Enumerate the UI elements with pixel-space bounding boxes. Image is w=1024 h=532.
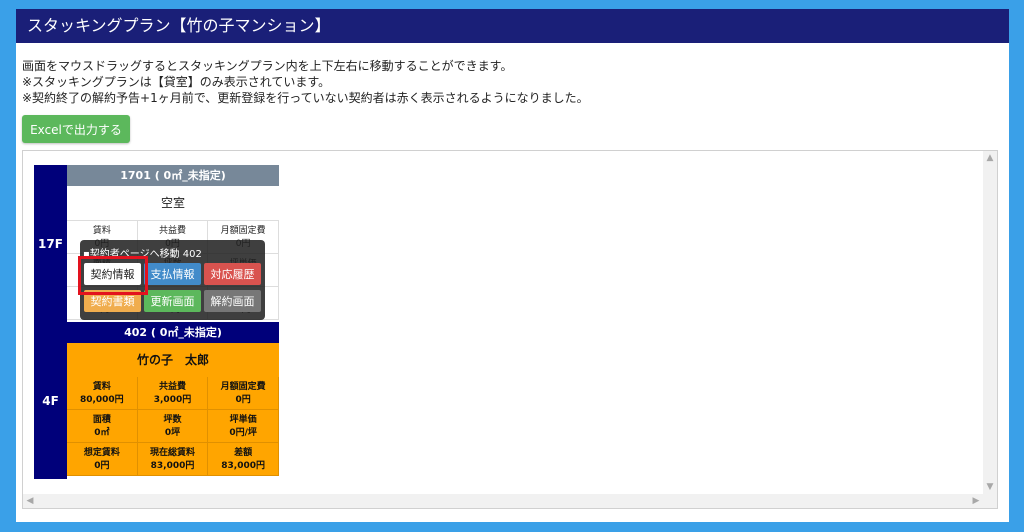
page-title: スタッキングプラン【竹の子マンション】 xyxy=(16,9,1009,43)
description-line: 画面をマウスドラッグするとスタッキングプラン内を上下左右に移動することができます… xyxy=(22,59,513,73)
field-label: 坪単価 xyxy=(229,415,257,425)
room-field: 差額 83,000円 xyxy=(208,443,279,476)
field-label: 賃料 xyxy=(92,226,111,236)
popup-title: ▪契約者ページへ移動 402 xyxy=(83,249,202,260)
field-label: 坪数 xyxy=(163,415,182,425)
description-line: ※スタッキングプランは【貸室】のみ表示されています。 xyxy=(22,75,331,89)
field-value: 0円 xyxy=(94,461,110,471)
room-field: 共益費 3,000円 xyxy=(137,377,209,410)
field-value: 0円 xyxy=(235,395,251,405)
scroll-down-icon[interactable]: ▼ xyxy=(983,480,997,494)
room-field: 坪数 0坪 xyxy=(137,410,209,443)
room-field: 面積 0㎡ xyxy=(67,410,138,443)
field-value: 83,000円 xyxy=(150,461,195,471)
field-label: 月額固定費 xyxy=(220,382,266,392)
room-402[interactable]: 402 ( 0㎡_未指定) 竹の子 太郎 賃料 80,000円 共益費 3,000円 月… xyxy=(67,322,279,476)
room-field: 坪単価 0円/坪 xyxy=(208,410,279,443)
excel-export-button[interactable]: Excelで出力する xyxy=(22,115,130,143)
room-field: 想定賃料 0円 xyxy=(67,443,138,476)
room-field: 月額固定費 0円 xyxy=(208,377,279,410)
field-label: 差額 xyxy=(234,448,253,458)
field-value: 0㎡ xyxy=(94,428,110,438)
field-label: 共益費 xyxy=(158,382,186,392)
field-value: 3,000円 xyxy=(153,395,192,405)
renewal-screen-button[interactable]: 更新画面 xyxy=(144,290,201,312)
field-value: 0円/坪 xyxy=(229,428,257,438)
floor-label-4f: 4F xyxy=(34,322,67,479)
tenant-name: 竹の子 太郎 xyxy=(67,343,279,377)
field-value: 0坪 xyxy=(164,428,181,438)
contract-documents-button[interactable]: 契約書類 xyxy=(84,290,141,312)
room-field: 賃料 80,000円 xyxy=(67,377,138,410)
response-history-button[interactable]: 対応履歴 xyxy=(204,263,261,285)
payment-info-button[interactable]: 支払情報 xyxy=(144,263,201,285)
room-fields: 賃料 80,000円 共益費 3,000円 月額固定費 0円 面積 0㎡ 坪数 0坪 坪単価 0円/坪… xyxy=(67,377,279,476)
room-header: 402 ( 0㎡_未指定) xyxy=(67,322,279,343)
floor-label-17f: 17F xyxy=(34,165,67,322)
scroll-right-icon[interactable]: ▶ xyxy=(969,494,983,508)
field-label: 月額固定費 xyxy=(220,226,266,236)
vertical-scrollbar[interactable]: ▲ ▼ xyxy=(983,151,997,508)
scroll-up-icon[interactable]: ▲ xyxy=(983,151,997,165)
field-value: 80,000円 xyxy=(79,395,124,405)
field-label: 共益費 xyxy=(158,226,186,236)
room-field: 現在総賃料 83,000円 xyxy=(137,443,209,476)
field-value: 83,000円 xyxy=(221,461,266,471)
contract-popup-menu: ▪契約者ページへ移動 402 契約情報 支払情報 対応履歴 契約書類 更新画面 … xyxy=(80,240,265,320)
description: 画面をマウスドラッグするとスタッキングプラン内を上下左右に移動することができます… xyxy=(22,58,589,106)
field-label: 現在総賃料 xyxy=(149,448,195,458)
field-label: 面積 xyxy=(92,415,111,425)
description-line: ※契約終了の解約予告+1ヶ月前で、更新登録を行っていない契約者は赤く表示されるよ… xyxy=(22,91,589,105)
contract-info-button[interactable]: 契約情報 xyxy=(84,263,141,285)
room-status: 空室 xyxy=(67,186,279,221)
stacking-plan-viewport[interactable]: 17F 1701 ( 0㎡_未指定) 空室 賃料0円共益費0円月額固定費0円面積… xyxy=(22,150,998,509)
scroll-left-icon[interactable]: ◀ xyxy=(23,494,37,508)
horizontal-scrollbar[interactable]: ◀ ▶ xyxy=(23,494,997,508)
cancellation-screen-button[interactable]: 解約画面 xyxy=(204,290,261,312)
field-label: 賃料 xyxy=(92,382,111,392)
field-label: 想定賃料 xyxy=(83,448,120,458)
room-header: 1701 ( 0㎡_未指定) xyxy=(67,165,279,186)
